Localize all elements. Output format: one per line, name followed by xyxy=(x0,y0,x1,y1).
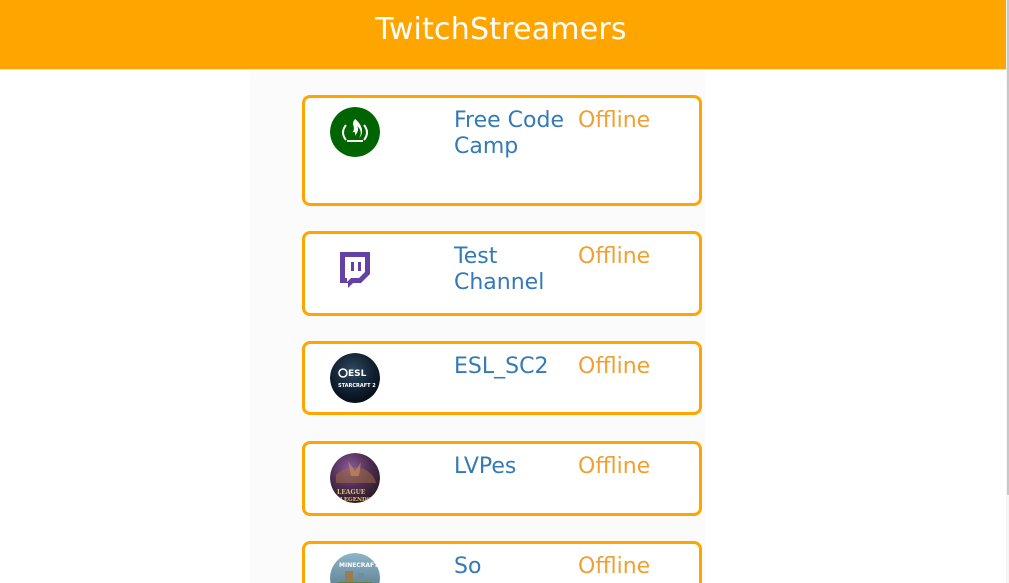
status-text: Offline xyxy=(578,108,651,133)
streamer-name-link[interactable]: Test Channel xyxy=(454,244,564,296)
svg-text:STARCRAFT 2: STARCRAFT 2 xyxy=(338,383,376,389)
header: TwitchStreamers xyxy=(0,0,1006,70)
streamer-name-link[interactable]: Free Code Camp xyxy=(454,108,564,160)
svg-text:ESL: ESL xyxy=(348,369,367,379)
status-text: Offline xyxy=(578,244,651,269)
streamer-name-link[interactable]: So xyxy=(454,554,564,580)
streamer-card-lvpes: LEAGUE LEGENDS LVPes Offline xyxy=(302,441,702,516)
streamer-card-so: MINECRAFT So Offline xyxy=(302,541,702,583)
streamer-card-test-channel: Test Channel Offline xyxy=(302,231,702,316)
svg-text:LEGENDS: LEGENDS xyxy=(340,497,371,503)
status-text: Offline xyxy=(578,554,651,579)
minecraft-logo-icon[interactable]: MINECRAFT xyxy=(330,553,380,583)
free-code-camp-logo-icon[interactable] xyxy=(330,107,380,157)
svg-text:LEAGUE: LEAGUE xyxy=(337,489,366,496)
status-text: Offline xyxy=(578,454,651,479)
twitch-streamers-page: TwitchStreamers Free Code Camp Offline T… xyxy=(0,0,1009,583)
page-title: TwitchStreamers xyxy=(375,12,627,47)
svg-text:MINECRAFT: MINECRAFT xyxy=(339,562,379,569)
status-text: Offline xyxy=(578,354,651,379)
esl-starcraft-logo-icon[interactable]: ESL STARCRAFT 2 xyxy=(330,353,380,403)
streamer-name-link[interactable]: LVPes xyxy=(454,454,564,480)
streamer-card-esl-sc2: ESL STARCRAFT 2 ESL_SC2 Offline xyxy=(302,341,702,415)
twitch-logo-icon[interactable] xyxy=(330,243,380,293)
streamer-card-free-code-camp: Free Code Camp Offline xyxy=(302,95,702,206)
streamer-name-link[interactable]: ESL_SC2 xyxy=(454,354,564,380)
league-of-legends-logo-icon[interactable]: LEAGUE LEGENDS xyxy=(330,453,380,503)
